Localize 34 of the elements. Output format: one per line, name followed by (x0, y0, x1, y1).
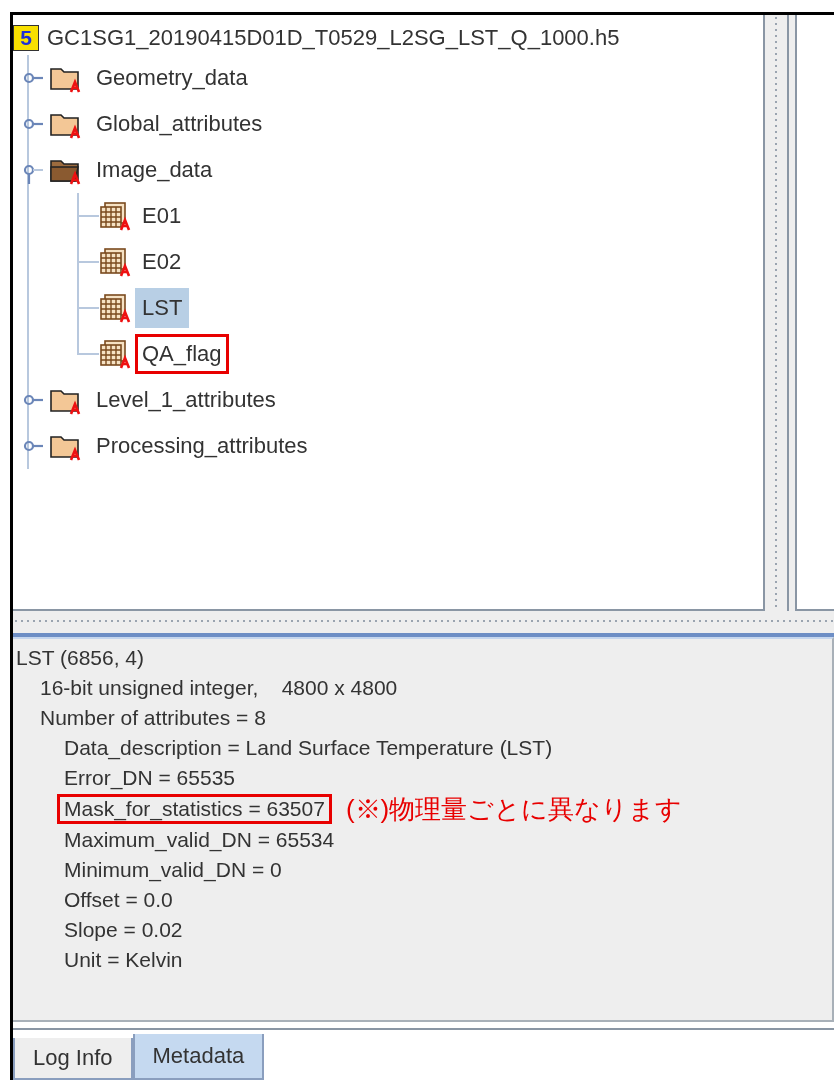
metadata-line: Error_DN = 65535 (63, 765, 236, 792)
expander-icon[interactable] (23, 394, 45, 406)
expander-icon[interactable] (23, 440, 45, 452)
metadata-line: Slope = 0.02 (63, 917, 184, 943)
tree-item[interactable]: E01 (135, 196, 189, 236)
expander-icon[interactable] (23, 164, 45, 184)
metadata-line: Offset = 0.0 (63, 887, 174, 913)
tree-item[interactable]: Processing_attributes (89, 426, 315, 466)
file-icon: 5 (13, 25, 39, 51)
annotation-note: (※)物理量ごとに異なります (345, 793, 683, 825)
metadata-line: Unit = Kelvin (63, 947, 184, 973)
tree-item[interactable]: E02 (135, 242, 189, 282)
tab[interactable]: Log Info (13, 1038, 133, 1080)
tree-item[interactable]: QA_flag (135, 334, 229, 374)
tab[interactable]: Metadata (132, 1034, 265, 1080)
grid-icon (99, 339, 133, 369)
metadata-line: Data_description = Land Surface Temperature (LST) (63, 735, 554, 762)
tree-item[interactable]: Level_1_attributes (89, 380, 283, 420)
grid-icon (99, 293, 133, 323)
grid-icon (99, 247, 133, 277)
tree-item[interactable]: Global_attributes (89, 104, 270, 144)
tree-item[interactable]: LST (135, 288, 190, 328)
tree-item[interactable]: Image_data (89, 150, 220, 190)
grid-icon (99, 201, 133, 231)
metadata-line: Minimum_valid_DN = 0 (63, 857, 283, 884)
metadata-line: Number of attributes = 8 (39, 705, 267, 731)
expander-icon[interactable] (23, 118, 45, 130)
metadata-line: LST (6856, 4) (15, 645, 146, 671)
metadata-line: Maximum_valid_DN = 65534 (63, 827, 336, 854)
tree-item[interactable]: Geometry_data (89, 58, 255, 98)
expander-icon[interactable] (23, 72, 45, 84)
metadata-line: 16-bit unsigned integer, 4800 x 4800 (39, 675, 399, 701)
tree-root[interactable]: GC1SG1_20190415D01D_T0529_L2SG_LST_Q_1000.h5 (47, 25, 620, 51)
splitter-handle[interactable] (13, 611, 834, 637)
